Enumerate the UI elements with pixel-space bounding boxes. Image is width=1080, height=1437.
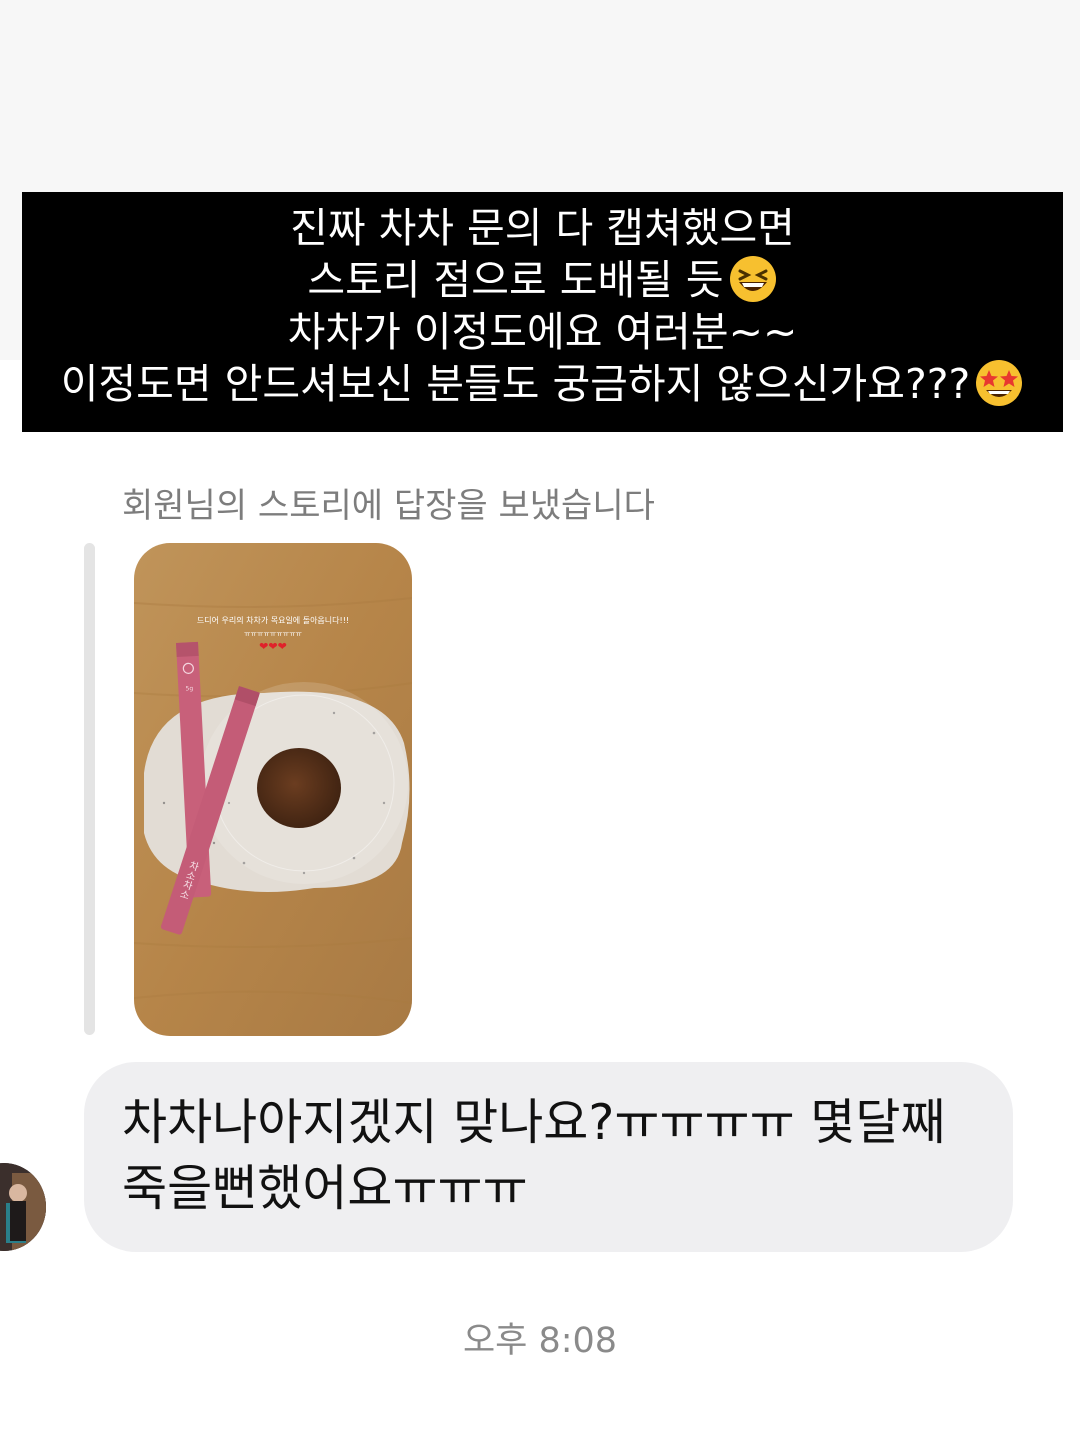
story-photo: 드디어 우리의 차차가 목요일에 돌아옵니다!!! ㅠㅠㅠㅠㅠㅠㅠㅠㅠ ❤❤❤ …: [134, 543, 412, 1036]
caption-line-1: 진짜 차차 문의 다 캡쳐했으면: [290, 204, 795, 252]
story-thumbnail[interactable]: 드디어 우리의 차차가 목요일에 돌아옵니다!!! ㅠㅠㅠㅠㅠㅠㅠㅠㅠ ❤❤❤ …: [134, 543, 412, 1036]
caption-line-2: 스토리 점으로 도배될 듯: [307, 256, 724, 304]
message-timestamp: 오후 8:08: [462, 1321, 618, 1361]
reply-quote-bar: [84, 543, 95, 1035]
story-overlay-text: 드디어 우리의 차차가 목요일에 돌아옵니다!!!: [197, 615, 349, 625]
message-bubble[interactable]: 차차나아지겠지 맞나요?ㅠㅠㅠㅠ 몇달째 죽을뻔했어요ㅠㅠㅠ: [84, 1062, 1013, 1252]
story-overlay-hearts: ❤❤❤: [259, 640, 287, 653]
stick-size-label: 5g: [185, 685, 193, 692]
grinning-squinting-face-icon: [729, 256, 776, 302]
caption-line-3: 차차가 이정도에요 여러분~~: [287, 308, 798, 356]
story-reply-note: 회원님의 스토리에 답장을 보냈습니다: [122, 486, 655, 526]
star-struck-face-icon: [976, 360, 1023, 406]
avatar[interactable]: [0, 1163, 46, 1251]
caption-line-4: 이정도면 안드셔보신 분들도 궁금하지 않으신가요???: [60, 360, 971, 408]
caption-line-2-wrap: 스토리 점으로 도배될 듯: [22, 254, 1063, 306]
story-caption-box: 진짜 차차 문의 다 캡쳐했으면 스토리 점으로 도배될 듯 차차가 이정도에요…: [22, 192, 1063, 432]
message-text: 차차나아지겠지 맞나요?ㅠㅠㅠㅠ 몇달째 죽을뻔했어요ㅠㅠㅠ: [122, 1094, 946, 1217]
caption-line-4-wrap: 이정도면 안드셔보신 분들도 궁금하지 않으신가요???: [22, 358, 1063, 410]
story-overlay-sub: ㅠㅠㅠㅠㅠㅠㅠㅠㅠ: [244, 630, 303, 638]
